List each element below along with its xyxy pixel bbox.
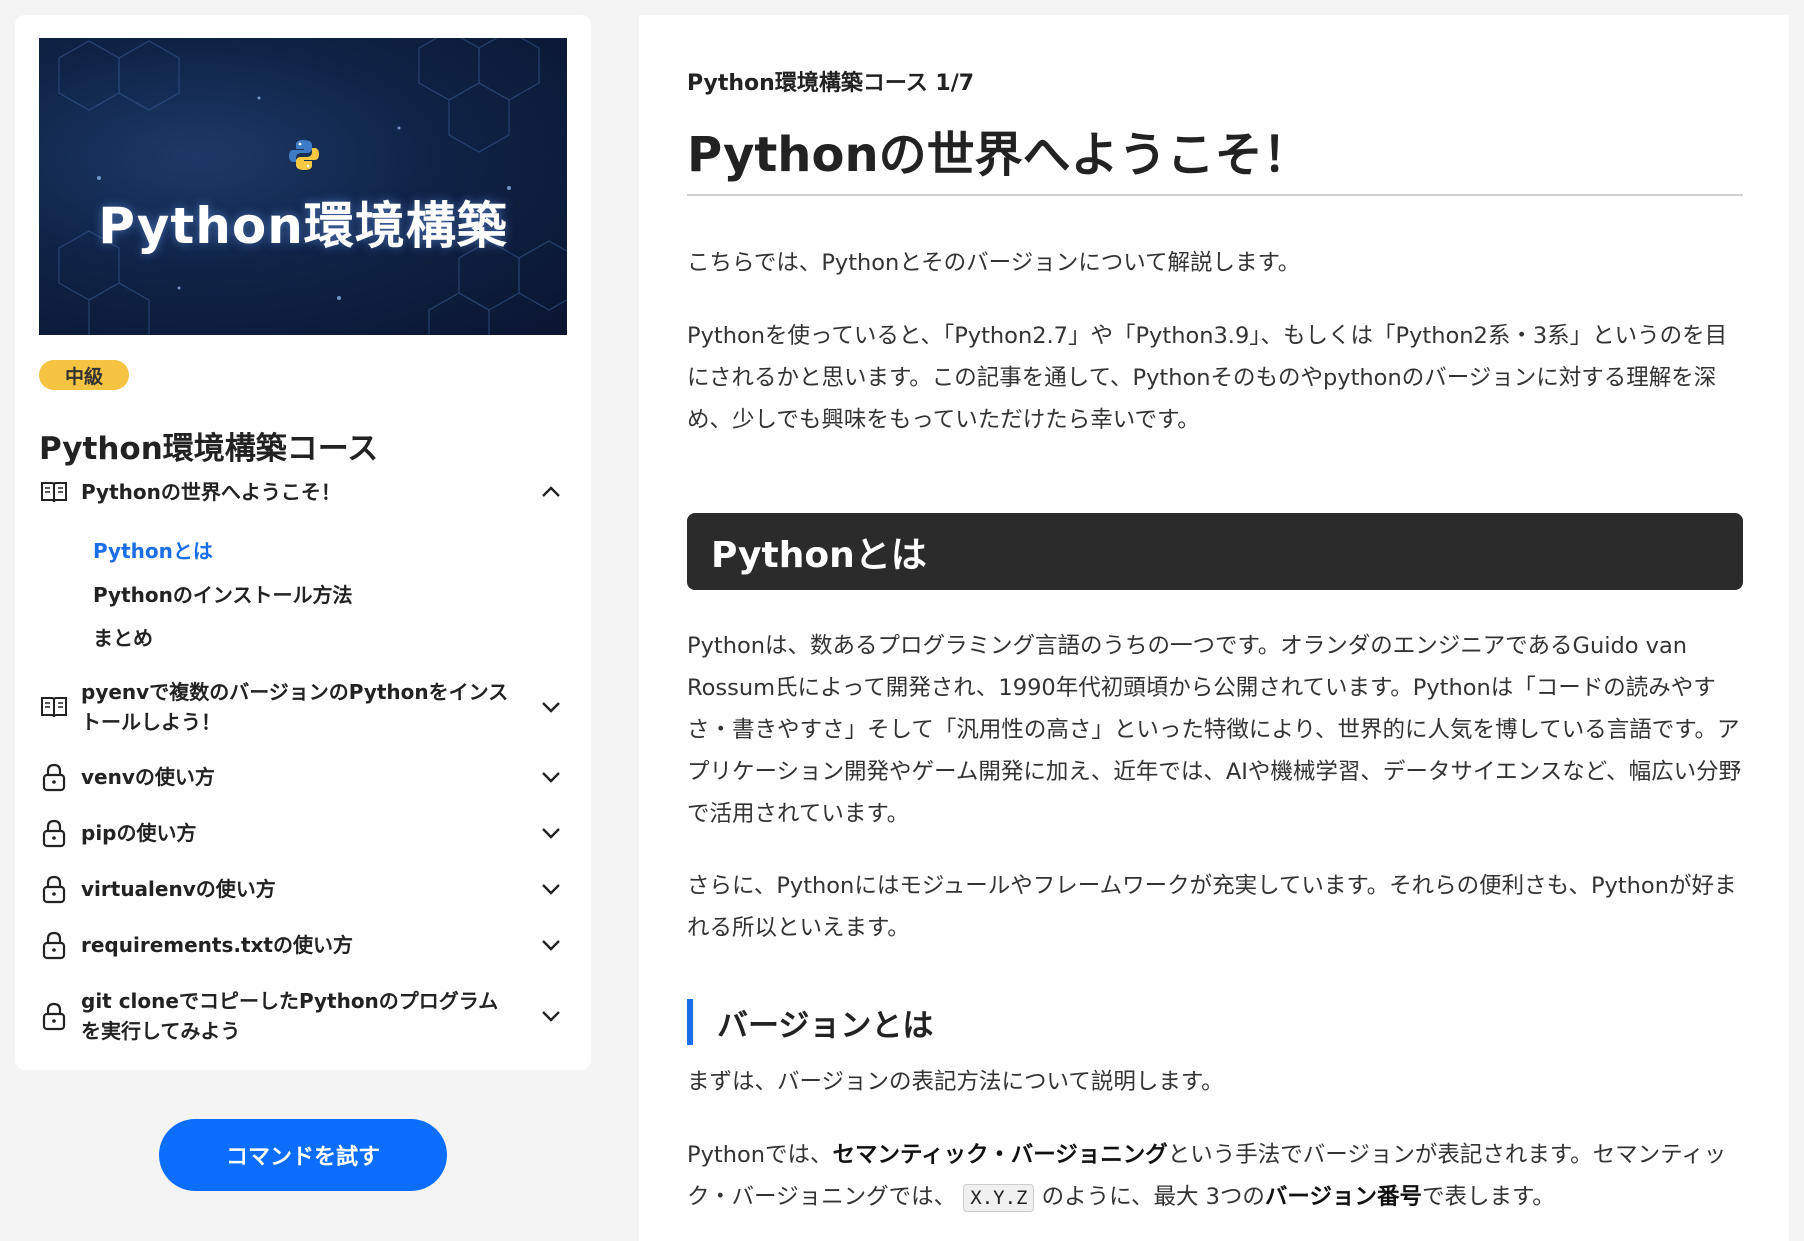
lock-icon [42, 875, 66, 904]
toc-section-venv[interactable]: venvの使い方 [39, 762, 573, 792]
toc-section-label: venvの使い方 [81, 765, 215, 789]
lock-icon [42, 819, 66, 848]
chevron-down-icon[interactable] [539, 877, 563, 901]
title-divider [687, 194, 1743, 196]
toc-section-pyenv[interactable]: pyenvで複数のバージョンのPythonをインストールしよう！ [39, 677, 573, 737]
article-content: Python環境構築コース 1/7 Pythonの世界へようこそ！ こちらでは、… [639, 15, 1789, 1241]
toc-section-label: pipの使い方 [81, 821, 197, 845]
lock-icon [42, 763, 66, 792]
book-icon [41, 697, 67, 718]
chevron-down-icon[interactable] [539, 765, 563, 789]
toc-section-label: requirements.txtの使い方 [81, 933, 353, 957]
body-paragraph-2: さらに、Pythonにはモジュールやフレームワークが充実しています。それらの便利… [687, 873, 1737, 941]
chevron-down-icon[interactable] [539, 1004, 563, 1028]
bold-term-version-number: バージョン番号 [1264, 1184, 1422, 1210]
toc-section-label: pyenvで複数のバージョンのPythonをインストールしよう！ [81, 680, 509, 734]
inline-code-xyz: X.Y.Z [963, 1184, 1035, 1212]
text-span: のように、最大 3つの [1041, 1184, 1265, 1210]
toc-subitem-summary[interactable]: まとめ [93, 622, 153, 651]
toc-section-pip[interactable]: pipの使い方 [39, 818, 573, 848]
toc-section-welcome[interactable]: Pythonの世界へようこそ！ [39, 477, 573, 507]
toc-section-virtualenv[interactable]: virtualenvの使い方 [39, 874, 573, 904]
book-icon [41, 482, 67, 503]
intro-paragraph-2: Pythonを使っていると、「Python2.7」や「Python3.9」、もし… [687, 323, 1728, 433]
chevron-down-icon[interactable] [539, 821, 563, 845]
course-banner-image: Python環境構築 [39, 38, 567, 335]
lock-icon [42, 931, 66, 960]
bold-term-semver: セマンティック・バージョニング [832, 1142, 1168, 1168]
toc-section-label: Pythonの世界へようこそ！ [81, 480, 341, 504]
page-title: Pythonの世界へようこそ！ [687, 127, 1311, 183]
try-command-button[interactable]: コマンドを試す [159, 1119, 447, 1191]
subheading-version: バージョンとは [687, 999, 1743, 1045]
chevron-up-icon[interactable] [539, 480, 563, 504]
body-paragraph-1: Pythonは、数あるプログラミング言語のうちの一つです。オランダのエンジニアで… [687, 633, 1742, 827]
body-paragraph-4: Pythonでは、セマンティック・バージョニングという手法でバージョンが表記され… [687, 1134, 1743, 1219]
breadcrumb: Python環境構築コース 1/7 [687, 71, 975, 96]
lock-icon [42, 1002, 66, 1031]
chevron-down-icon[interactable] [539, 695, 563, 719]
course-sidebar: Python環境構築 中級 Python環境構築コース Pythonの世界へよう… [15, 15, 591, 1070]
toc-section-label: virtualenvの使い方 [81, 877, 276, 901]
toc-subitem-python-toha[interactable]: Pythonとは [93, 535, 213, 564]
toc-subitem-install[interactable]: Pythonのインストール方法 [93, 579, 352, 608]
level-badge: 中級 [39, 360, 129, 390]
course-title: Python環境構築コース [39, 431, 379, 467]
text-span: Pythonでは、 [687, 1142, 833, 1168]
toc-section-git-clone[interactable]: git cloneでコピーしたPythonのプログラムを実行してみよう [39, 986, 573, 1046]
python-logo-icon [289, 140, 319, 170]
section-heading-python: Pythonとは [687, 513, 1743, 590]
toc-section-requirements[interactable]: requirements.txtの使い方 [39, 930, 573, 960]
chevron-down-icon[interactable] [539, 933, 563, 957]
toc-section-label: git cloneでコピーしたPythonのプログラムを実行してみよう [81, 989, 499, 1043]
intro-paragraph-1: こちらでは、Pythonとそのバージョンについて解説します。 [687, 250, 1301, 276]
banner-title: Python環境構築 [98, 197, 508, 255]
body-paragraph-3: まずは、バージョンの表記方法について説明します。 [687, 1069, 1224, 1095]
text-span: で表します。 [1421, 1184, 1555, 1210]
